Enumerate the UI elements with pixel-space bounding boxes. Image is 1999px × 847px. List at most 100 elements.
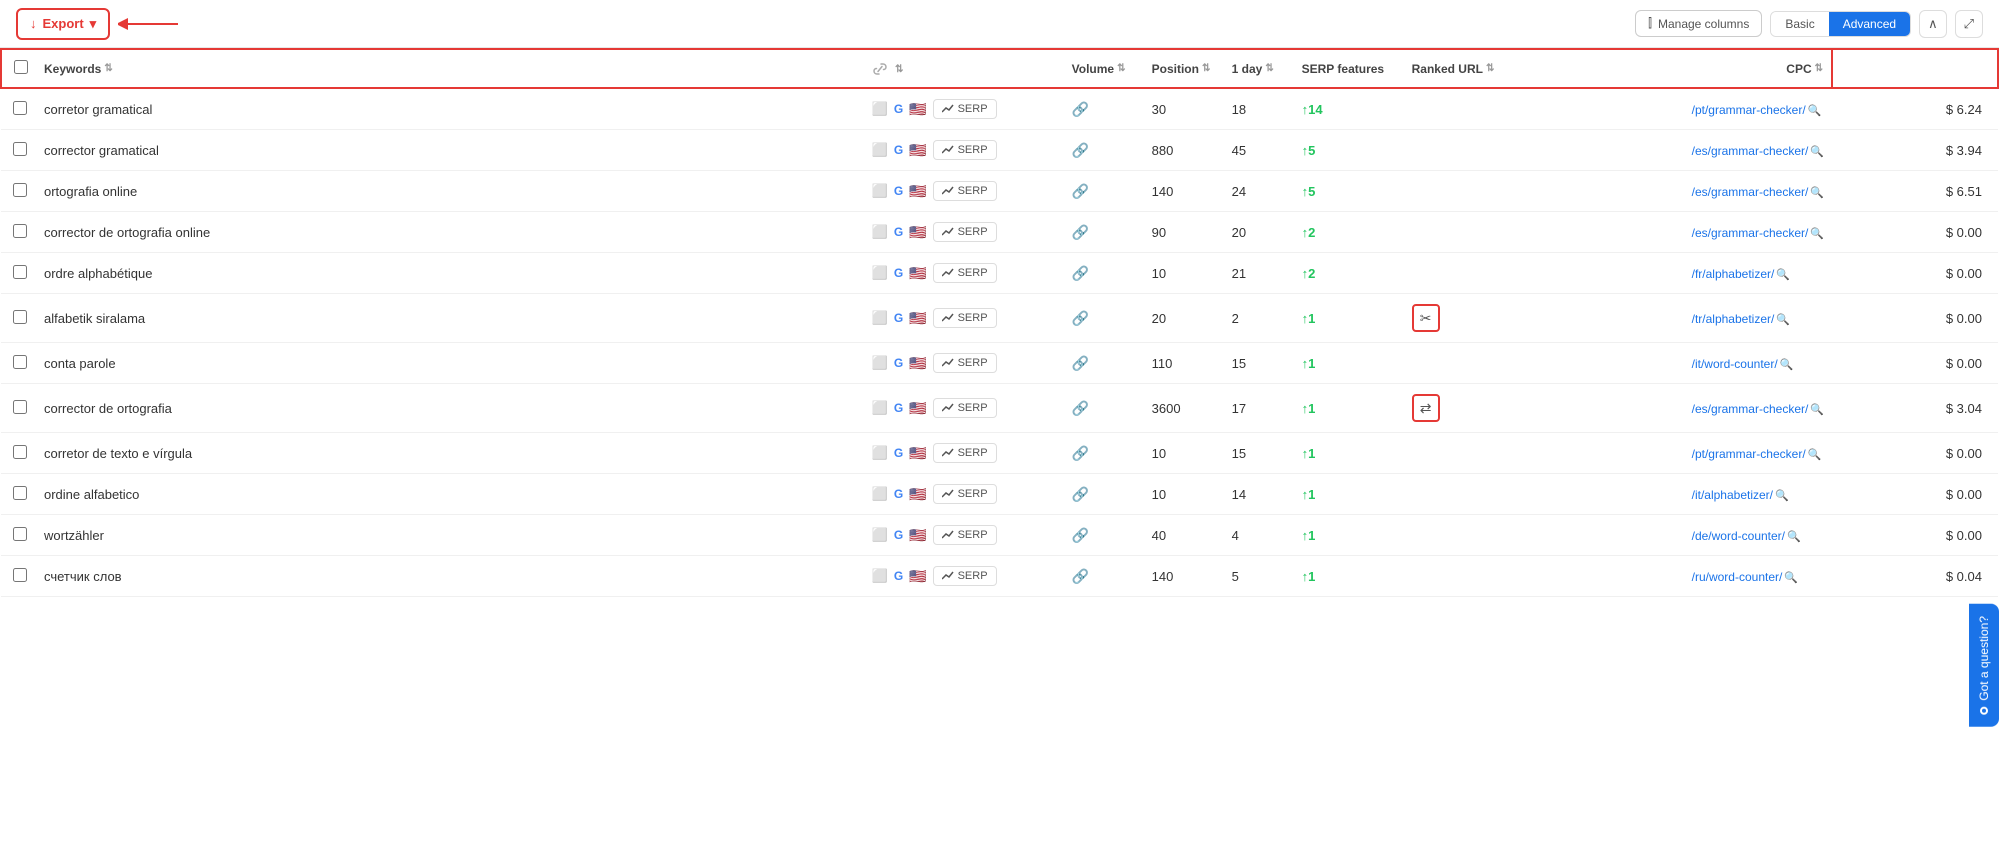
ranked-url-link[interactable]: /pt/grammar-checker/	[1692, 447, 1806, 461]
row-checkbox[interactable]	[13, 183, 27, 197]
header-keywords[interactable]: Keywords ⇅	[36, 49, 864, 88]
select-all-checkbox[interactable]	[14, 60, 28, 74]
google-icon[interactable]: G	[894, 184, 903, 198]
serp-button[interactable]: SERP	[933, 308, 997, 328]
ranked-url-link[interactable]: /fr/alphabetizer/	[1692, 267, 1775, 281]
position-sort[interactable]: Position ⇅	[1152, 62, 1211, 76]
url-search-icon[interactable]: 🔍	[1808, 449, 1822, 461]
google-icon[interactable]: G	[894, 401, 903, 415]
serp-button[interactable]: SERP	[933, 443, 997, 463]
monitor-icon[interactable]: ⬜	[872, 355, 888, 371]
serp-button[interactable]: SERP	[933, 263, 997, 283]
row-checkbox[interactable]	[13, 568, 27, 582]
url-search-icon[interactable]: 🔍	[1810, 187, 1824, 199]
link-icon[interactable]: 🔗	[1072, 265, 1089, 281]
ranked-url-link[interactable]: /ru/word-counter/	[1692, 570, 1783, 584]
link-icon[interactable]: 🔗	[1072, 527, 1089, 543]
google-icon[interactable]: G	[894, 266, 903, 280]
url-search-icon[interactable]: 🔍	[1776, 269, 1790, 281]
expand-button[interactable]: ⤢	[1955, 10, 1983, 38]
url-search-icon[interactable]: 🔍	[1810, 228, 1824, 240]
monitor-icon[interactable]: ⬜	[872, 224, 888, 240]
url-search-icon[interactable]: 🔍	[1787, 531, 1801, 543]
url-search-icon[interactable]: 🔍	[1784, 572, 1798, 584]
ranked-url-link[interactable]: /es/grammar-checker/	[1692, 402, 1809, 416]
link-icon[interactable]: 🔗	[1072, 224, 1089, 240]
url-search-icon[interactable]: 🔍	[1808, 105, 1822, 117]
advanced-toggle-button[interactable]: Advanced	[1829, 12, 1910, 36]
link-icon[interactable]: 🔗	[1072, 183, 1089, 199]
row-checkbox[interactable]	[13, 310, 27, 324]
ranked-url-link[interactable]: /pt/grammar-checker/	[1692, 103, 1806, 117]
link-icon[interactable]: 🔗	[1072, 310, 1089, 326]
google-icon[interactable]: G	[894, 311, 903, 325]
keywords-sort[interactable]: Keywords ⇅	[44, 62, 113, 76]
url-search-icon[interactable]: 🔍	[1780, 359, 1794, 371]
ranked-url-link[interactable]: /de/word-counter/	[1692, 529, 1785, 543]
monitor-icon[interactable]: ⬜	[872, 486, 888, 502]
google-icon[interactable]: G	[894, 446, 903, 460]
serp-button[interactable]: SERP	[933, 525, 997, 545]
serp-button[interactable]: SERP	[933, 353, 997, 373]
monitor-icon[interactable]: ⬜	[872, 310, 888, 326]
monitor-icon[interactable]: ⬜	[872, 101, 888, 117]
url-search-icon[interactable]: 🔍	[1776, 314, 1790, 326]
link-icon[interactable]: 🔗	[1072, 400, 1089, 416]
row-checkbox[interactable]	[13, 224, 27, 238]
row-checkbox[interactable]	[13, 355, 27, 369]
monitor-icon[interactable]: ⬜	[872, 445, 888, 461]
collapse-button[interactable]: ∧	[1919, 10, 1947, 38]
monitor-icon[interactable]: ⬜	[872, 265, 888, 281]
serp-button[interactable]: SERP	[933, 99, 997, 119]
header-ranked-url[interactable]: Ranked URL ⇅	[1404, 49, 1684, 88]
row-checkbox[interactable]	[13, 265, 27, 279]
ranked-url-link[interactable]: /tr/alphabetizer/	[1692, 312, 1775, 326]
monitor-icon[interactable]: ⬜	[872, 527, 888, 543]
google-icon[interactable]: G	[894, 102, 903, 116]
link-icon[interactable]: 🔗	[1072, 142, 1089, 158]
volume-sort[interactable]: Volume ⇅	[1072, 62, 1126, 76]
link-icon[interactable]: 🔗	[1072, 355, 1089, 371]
row-checkbox[interactable]	[13, 142, 27, 156]
monitor-icon[interactable]: ⬜	[872, 142, 888, 158]
row-checkbox[interactable]	[13, 101, 27, 115]
row-checkbox[interactable]	[13, 400, 27, 414]
google-icon[interactable]: G	[894, 528, 903, 542]
ranked-url-link[interactable]: /es/grammar-checker/	[1692, 144, 1809, 158]
google-icon[interactable]: G	[894, 487, 903, 501]
chat-bubble[interactable]: Got a question?	[1969, 604, 1999, 727]
row-checkbox[interactable]	[13, 527, 27, 541]
cpc-sort[interactable]: CPC ⇅	[1786, 62, 1823, 76]
url-search-icon[interactable]: 🔍	[1810, 146, 1824, 158]
header-cpc[interactable]: CPC ⇅	[1684, 49, 1832, 88]
header-one-day[interactable]: 1 day ⇅	[1224, 49, 1294, 88]
ranked-url-link[interactable]: /es/grammar-checker/	[1692, 185, 1809, 199]
url-sort[interactable]: Ranked URL ⇅	[1412, 62, 1495, 76]
monitor-icon[interactable]: ⬜	[872, 400, 888, 416]
ranked-url-link[interactable]: /es/grammar-checker/	[1692, 226, 1809, 240]
link-icon[interactable]: 🔗	[1072, 101, 1089, 117]
serp-button[interactable]: SERP	[933, 484, 997, 504]
header-volume[interactable]: Volume ⇅	[1064, 49, 1144, 88]
link-icon[interactable]: 🔗	[1072, 486, 1089, 502]
ranked-url-link[interactable]: /it/word-counter/	[1692, 357, 1778, 371]
serp-button[interactable]: SERP	[933, 140, 997, 160]
row-checkbox[interactable]	[13, 486, 27, 500]
monitor-icon[interactable]: ⬜	[872, 183, 888, 199]
export-button[interactable]: ↓ Export ▾	[16, 8, 110, 40]
day-sort[interactable]: 1 day ⇅	[1232, 62, 1274, 76]
manage-columns-button[interactable]: ⫿ Manage columns	[1635, 10, 1762, 37]
url-search-icon[interactable]: 🔍	[1775, 490, 1789, 502]
header-position[interactable]: Position ⇅	[1144, 49, 1224, 88]
link-icon[interactable]: 🔗	[1072, 445, 1089, 461]
google-icon[interactable]: G	[894, 569, 903, 583]
serp-button[interactable]: SERP	[933, 181, 997, 201]
serp-button[interactable]: SERP	[933, 398, 997, 418]
serp-button[interactable]: SERP	[933, 222, 997, 242]
google-icon[interactable]: G	[894, 143, 903, 157]
ranked-url-link[interactable]: /it/alphabetizer/	[1692, 488, 1773, 502]
link-icon[interactable]: 🔗	[1072, 568, 1089, 584]
monitor-icon[interactable]: ⬜	[872, 568, 888, 584]
serp-button[interactable]: SERP	[933, 566, 997, 586]
row-checkbox[interactable]	[13, 445, 27, 459]
